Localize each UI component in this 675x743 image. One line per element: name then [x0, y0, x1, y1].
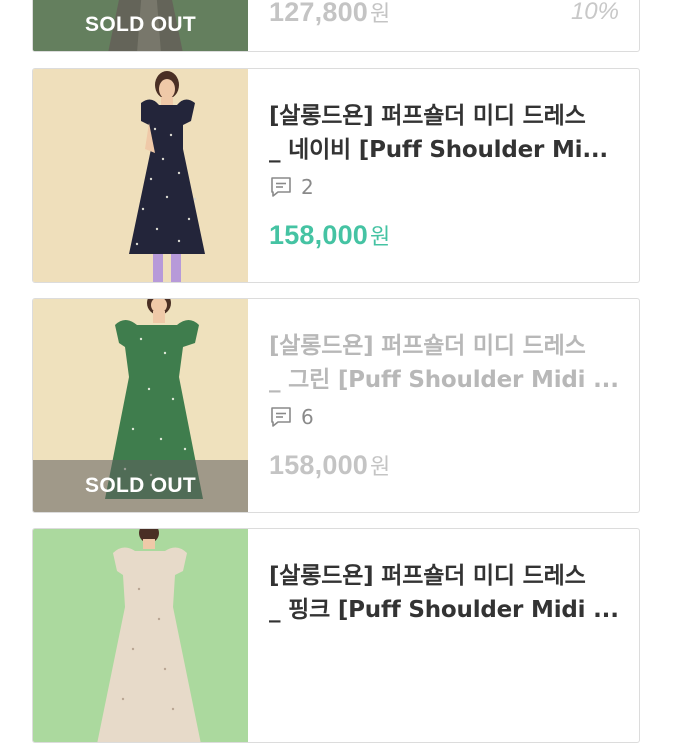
price-value: 158,000 — [269, 220, 368, 250]
title-line-1: [살롱드욘] 퍼프숄더 미디 드레스 — [269, 333, 586, 359]
title-line-2: _ 핑크 [Puff Shoulder Midi ... — [269, 597, 619, 623]
product-price: 158,000원 — [269, 219, 390, 251]
title-line-2: _ 네이비 [Puff Shoulder Mi... — [269, 137, 608, 163]
comment-count-value: 6 — [301, 405, 314, 429]
product-thumbnail[interactable]: SOLD OUT — [33, 0, 248, 51]
product-title[interactable]: [살롱드욘] 퍼프숄더 미디 드레스 _ 핑크 [Puff Shoulder M… — [269, 559, 621, 627]
comment-count-value: 2 — [301, 175, 314, 199]
product-title[interactable]: [살롱드욘] 퍼프숄더 미디 드레스 _ 그린 [Puff Shoulder M… — [269, 329, 621, 397]
title-line-1: [살롱드욘] 퍼프숄더 미디 드레스 — [269, 103, 586, 129]
product-title[interactable]: [살롱드욘] 퍼프숄더 미디 드레스 _ 네이비 [Puff Shoulder … — [269, 99, 621, 167]
product-card[interactable]: SOLD OUT [살롱드욘] 퍼프숄더 미디 드레스 _ 그린 [Puff S… — [32, 298, 640, 513]
product-thumbnail[interactable]: SOLD OUT — [33, 299, 248, 512]
product-card[interactable]: SOLD OUT 127,800원 10% — [32, 0, 640, 52]
title-line-2: _ 그린 [Puff Shoulder Midi ... — [269, 367, 619, 393]
product-card[interactable]: [살롱드욘] 퍼프숄더 미디 드레스 _ 네이비 [Puff Shoulder … — [32, 68, 640, 283]
product-card[interactable]: [살롱드욘] 퍼프숄더 미디 드레스 _ 핑크 [Puff Shoulder M… — [32, 528, 640, 743]
title-line-1: [살롱드욘] 퍼프숄더 미디 드레스 — [269, 563, 586, 589]
sold-out-badge: SOLD OUT — [33, 460, 248, 512]
currency-label: 원 — [370, 1, 391, 26]
sold-out-badge: SOLD OUT — [33, 0, 248, 51]
price-value: 127,800 — [269, 0, 368, 27]
currency-label: 원 — [370, 454, 391, 479]
discount-rate: 10% — [570, 0, 619, 25]
product-thumbnail[interactable] — [33, 69, 248, 282]
comment-count: 6 — [269, 405, 314, 429]
price-value: 158,000 — [269, 450, 368, 480]
currency-label: 원 — [370, 224, 391, 249]
product-photo — [33, 69, 248, 282]
product-price: 127,800원 — [269, 0, 390, 28]
product-photo — [33, 529, 248, 742]
product-thumbnail[interactable] — [33, 529, 248, 742]
speech-bubble-icon — [271, 177, 291, 197]
product-price: 158,000원 — [269, 449, 390, 481]
comment-count: 2 — [269, 175, 314, 199]
speech-bubble-icon — [271, 407, 291, 427]
